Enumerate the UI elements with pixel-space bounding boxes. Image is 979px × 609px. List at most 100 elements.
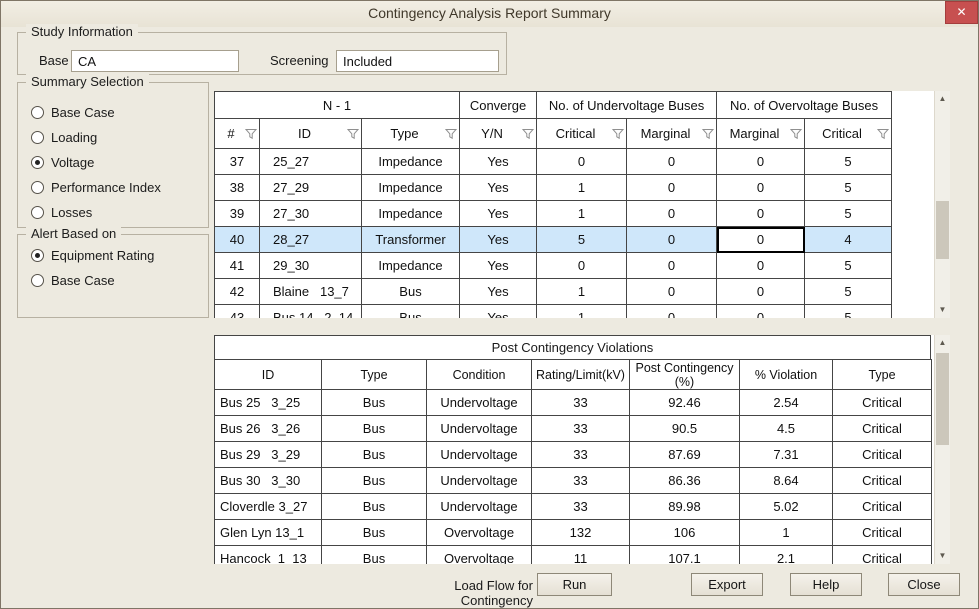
cell[interactable]: Undervoltage: [427, 390, 532, 416]
radio-icon[interactable]: [31, 106, 44, 119]
close-button[interactable]: Close: [888, 573, 960, 596]
cell[interactable]: 2.54: [740, 390, 833, 416]
cell[interactable]: Critical: [833, 390, 932, 416]
cell[interactable]: 1: [537, 201, 627, 227]
cell[interactable]: Yes: [460, 201, 537, 227]
radio-icon[interactable]: [31, 249, 44, 262]
cell[interactable]: 1: [537, 175, 627, 201]
cell[interactable]: 33: [532, 390, 630, 416]
radio-option-base-case[interactable]: Base Case: [18, 100, 208, 125]
cell[interactable]: 40: [215, 227, 260, 253]
screening-input[interactable]: [336, 50, 499, 72]
table-row[interactable]: Bus 30 3_30BusUndervoltage3386.368.64Cri…: [215, 468, 932, 494]
cell[interactable]: Yes: [460, 253, 537, 279]
table-row[interactable]: 43Bus 14 2_14BusYes1005: [215, 305, 892, 319]
base-input[interactable]: [71, 50, 239, 72]
cell[interactable]: 5.02: [740, 494, 833, 520]
cell[interactable]: 33: [532, 442, 630, 468]
cell[interactable]: Bus: [322, 468, 427, 494]
cell[interactable]: Impedance: [362, 201, 460, 227]
cell[interactable]: Impedance: [362, 253, 460, 279]
filter-icon[interactable]: [522, 128, 534, 140]
cell[interactable]: 33: [532, 494, 630, 520]
cell[interactable]: Overvoltage: [427, 546, 532, 565]
cell[interactable]: Critical: [833, 546, 932, 565]
table-row[interactable]: Hancock 1_13BusOvervoltage11107.12.1Crit…: [215, 546, 932, 565]
cell[interactable]: 0: [627, 175, 717, 201]
cell[interactable]: 86.36: [630, 468, 740, 494]
cell[interactable]: Undervoltage: [427, 442, 532, 468]
radio-option-performance-index[interactable]: Performance Index: [18, 175, 208, 200]
table-row[interactable]: Cloverdle 3_27BusUndervoltage3389.985.02…: [215, 494, 932, 520]
cell[interactable]: 87.69: [630, 442, 740, 468]
cell[interactable]: Bus: [322, 390, 427, 416]
cell[interactable]: 0: [717, 253, 805, 279]
cell[interactable]: 0: [627, 305, 717, 319]
cell[interactable]: 2.1: [740, 546, 833, 565]
cell[interactable]: 90.5: [630, 416, 740, 442]
help-button[interactable]: Help: [790, 573, 862, 596]
cell[interactable]: 92.46: [630, 390, 740, 416]
cell[interactable]: 89.98: [630, 494, 740, 520]
table-row[interactable]: Glen Lyn 13_1BusOvervoltage1321061Critic…: [215, 520, 932, 546]
cell[interactable]: Critical: [833, 416, 932, 442]
cell[interactable]: Critical: [833, 468, 932, 494]
cell[interactable]: Hancock 1_13: [215, 546, 322, 565]
cell[interactable]: 27_29: [260, 175, 362, 201]
cell[interactable]: 4: [805, 227, 892, 253]
table-row[interactable]: 3927_30ImpedanceYes1005: [215, 201, 892, 227]
table-row[interactable]: 42Blaine 13_7BusYes1005: [215, 279, 892, 305]
run-button[interactable]: Run: [537, 573, 612, 596]
export-button[interactable]: Export: [691, 573, 763, 596]
cell[interactable]: 39: [215, 201, 260, 227]
scroll-up-icon[interactable]: ▲: [935, 91, 950, 107]
violations-scrollbar[interactable]: ▲ ▼: [934, 335, 950, 564]
contingency-table[interactable]: N - 1 Converge No. of Undervoltage Buses…: [214, 91, 892, 318]
cell[interactable]: 0: [627, 201, 717, 227]
filter-icon[interactable]: [347, 128, 359, 140]
radio-icon[interactable]: [31, 156, 44, 169]
cell[interactable]: 0: [717, 149, 805, 175]
cell[interactable]: 33: [532, 468, 630, 494]
table-row[interactable]: Bus 29 3_29BusUndervoltage3387.697.31Cri…: [215, 442, 932, 468]
cell[interactable]: 0: [717, 201, 805, 227]
cell[interactable]: Bus: [322, 416, 427, 442]
cell[interactable]: Transformer: [362, 227, 460, 253]
radio-icon[interactable]: [31, 181, 44, 194]
cell[interactable]: Bus: [322, 520, 427, 546]
cell[interactable]: 8.64: [740, 468, 833, 494]
cell[interactable]: 0: [717, 227, 805, 253]
cell[interactable]: 1: [537, 305, 627, 319]
scroll-thumb[interactable]: [936, 201, 949, 259]
cell[interactable]: 29_30: [260, 253, 362, 279]
table-row[interactable]: Bus 26 3_26BusUndervoltage3390.54.5Criti…: [215, 416, 932, 442]
cell[interactable]: 0: [717, 305, 805, 319]
cell[interactable]: Yes: [460, 305, 537, 319]
cell[interactable]: 25_27: [260, 149, 362, 175]
cell[interactable]: 0: [717, 175, 805, 201]
cell[interactable]: 5: [805, 253, 892, 279]
table-row[interactable]: 4129_30ImpedanceYes0005: [215, 253, 892, 279]
cell[interactable]: 43: [215, 305, 260, 319]
cell[interactable]: 5: [537, 227, 627, 253]
cell[interactable]: Bus 29 3_29: [215, 442, 322, 468]
table-row[interactable]: 3827_29ImpedanceYes1005: [215, 175, 892, 201]
filter-icon[interactable]: [702, 128, 714, 140]
cell[interactable]: 0: [537, 149, 627, 175]
cell[interactable]: 28_27: [260, 227, 362, 253]
cell[interactable]: 11: [532, 546, 630, 565]
cell[interactable]: 106: [630, 520, 740, 546]
cell[interactable]: 7.31: [740, 442, 833, 468]
radio-icon[interactable]: [31, 274, 44, 287]
radio-option-loading[interactable]: Loading: [18, 125, 208, 150]
cell[interactable]: 27_30: [260, 201, 362, 227]
cell[interactable]: Bus: [322, 442, 427, 468]
cell[interactable]: 42: [215, 279, 260, 305]
cell[interactable]: 1: [740, 520, 833, 546]
radio-option-losses[interactable]: Losses: [18, 200, 208, 225]
cell[interactable]: 5: [805, 279, 892, 305]
cell[interactable]: Bus: [322, 546, 427, 565]
cell[interactable]: 0: [627, 149, 717, 175]
cell[interactable]: 0: [537, 253, 627, 279]
radio-option-voltage[interactable]: Voltage: [18, 150, 208, 175]
